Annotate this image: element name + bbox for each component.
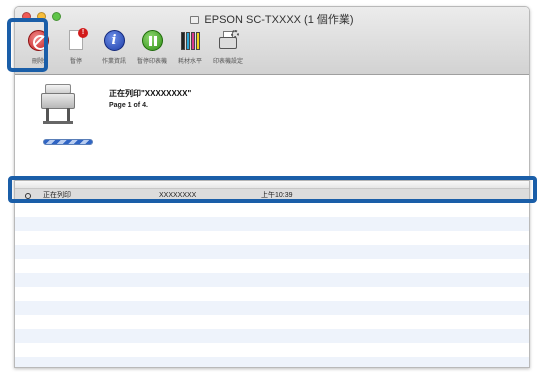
empty-row [15,329,529,343]
job-info-button[interactable]: i 作業資訊 [95,28,133,65]
printer-mini-icon [190,16,200,24]
pause-printer-button[interactable]: 暫停印表機 [133,28,171,65]
empty-row [15,343,529,357]
supply-levels-icon [180,30,200,50]
empty-row [15,357,529,367]
empty-row [15,217,529,231]
current-job-title: 正在列印"XXXXXXXX" [109,89,192,98]
empty-row [15,273,529,287]
pause-printer-icon [141,29,163,51]
delete-button-highlight [7,18,48,72]
empty-row [15,203,529,217]
toolbar: 刪除 ! 暫停 i 作業資訊 暫停印表機 耗材水平 印表機設定 [19,28,247,72]
printer-icon [41,84,77,124]
current-job-pages: Page 1 of 4. [109,102,148,109]
printer-settings-icon [217,30,239,50]
pause-printer-label: 暫停印表機 [136,59,167,65]
printer-settings-button[interactable]: 印表機設定 [209,28,247,65]
empty-row [15,301,529,315]
empty-row [15,231,529,245]
current-job-panel: 正在列印"XXXXXXXX" Page 1 of 4. [15,76,529,180]
empty-row [15,259,529,273]
info-icon: i [103,29,125,51]
supply-levels-label: 耗材水平 [177,59,202,65]
job-list: 正在列印 XXXXXXXX 上午10:39 [15,180,529,367]
window-title-text: EPSON SC-TXXXX (1 個作業) [204,14,354,26]
hold-button[interactable]: ! 暫停 [57,28,95,65]
job-progress-bar [43,139,93,145]
printer-settings-label: 印表機設定 [212,59,243,65]
empty-row [15,287,529,301]
hold-icon: ! [69,28,88,50]
supply-levels-button[interactable]: 耗材水平 [171,28,209,65]
window-title: EPSON SC-TXXXX (1 個作業) [15,11,529,27]
hold-label: 暫停 [69,59,82,65]
title-bar: EPSON SC-TXXXX (1 個作業) 刪除 ! 暫停 i 作業資訊 暫停… [15,7,529,75]
job-row-highlight [8,176,537,203]
empty-row [15,315,529,329]
job-info-label: 作業資訊 [101,59,126,65]
empty-row [15,245,529,259]
